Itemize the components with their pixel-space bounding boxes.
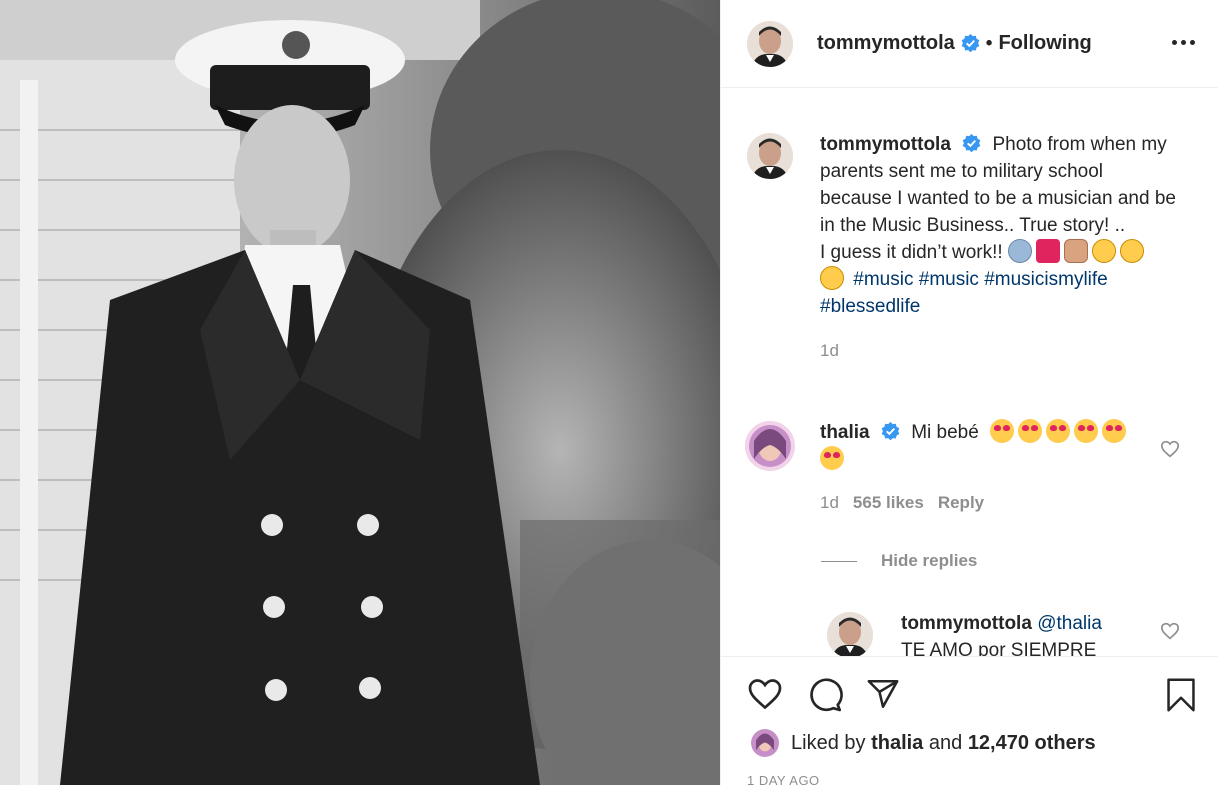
caption-body: tommymottola Photo from when my parents …	[820, 131, 1180, 364]
liker-avatar[interactable]	[751, 729, 779, 757]
reply-username[interactable]: tommymottola	[901, 613, 1032, 634]
caption-username[interactable]: tommymottola	[820, 134, 951, 155]
likes-count[interactable]: 12,470 others	[968, 732, 1096, 754]
author-username[interactable]: tommymottola	[817, 32, 955, 55]
likes-text: Liked by thalia and 12,470 others	[791, 732, 1096, 755]
caption-time-label[interactable]: 1d	[820, 341, 839, 360]
comment-item: thalia Mi bebé 1d 565 likes Reply	[745, 419, 1140, 516]
hundred-points-emoji	[1035, 239, 1060, 263]
caption-time[interactable]: 1d	[820, 337, 1180, 364]
reply-item: tommymottola @thalia TE AMO por SIEMPRE	[827, 612, 1141, 656]
comment-icon[interactable]	[807, 677, 843, 713]
reply-body: tommymottola @thalia TE AMO por SIEMPRE	[901, 610, 1141, 656]
reply-like-icon[interactable]	[1160, 622, 1180, 640]
comment-like-icon[interactable]	[1160, 440, 1180, 458]
verified-icon	[961, 34, 980, 53]
more-options-icon[interactable]	[1172, 32, 1198, 52]
hide-replies-button[interactable]: Hide replies	[821, 551, 977, 571]
post-header: tommymottola • Following	[721, 0, 1218, 88]
caption-avatar[interactable]	[747, 133, 793, 179]
reply-text: TE AMO por SIEMPRE	[901, 640, 1097, 656]
flushed-face-emoji	[1091, 239, 1116, 263]
liker-avatar-image	[751, 729, 779, 757]
post-side-panel: tommymottola • Following tommymottola Ph…	[720, 0, 1218, 785]
post-timestamp[interactable]: 1 DAY AGO	[747, 773, 820, 785]
header-separator: •	[985, 32, 993, 54]
post-photo[interactable]	[0, 0, 720, 785]
caption: tommymottola Photo from when my parents …	[747, 133, 1180, 364]
like-icon[interactable]	[747, 677, 783, 711]
smiling-hearts-emoji	[1074, 419, 1099, 443]
military-portrait-image	[0, 0, 720, 785]
post-actions: Liked by thalia and 12,470 others 1 DAY …	[721, 656, 1218, 785]
tears-of-joy-emoji	[820, 266, 844, 290]
likes-summary: Liked by thalia and 12,470 others	[751, 729, 1096, 757]
comment-time[interactable]: 1d	[820, 493, 839, 512]
hashtag-link[interactable]: #music	[853, 269, 913, 290]
verified-icon	[962, 134, 981, 153]
commenter-avatar[interactable]	[745, 421, 795, 471]
comment-body: thalia Mi bebé 1d 565 likes Reply	[820, 419, 1140, 516]
verified-icon	[881, 422, 900, 441]
comment-meta: 1d 565 likes Reply	[820, 489, 1140, 516]
caption-avatar-image	[747, 133, 793, 179]
smiling-hearts-emoji	[820, 446, 844, 470]
likes-prefix: Liked by	[791, 731, 866, 754]
comment-likes[interactable]: 565 likes	[853, 493, 924, 512]
mention-link[interactable]: @thalia	[1037, 613, 1102, 634]
likes-middle: and	[928, 731, 963, 754]
reply-avatar[interactable]	[827, 612, 873, 656]
reply-button[interactable]: Reply	[938, 493, 984, 512]
hide-replies-line	[821, 560, 857, 562]
comment-text: Mi bebé	[911, 422, 979, 443]
commenter-username[interactable]: thalia	[820, 422, 870, 443]
comments-section: tommymottola Photo from when my parents …	[721, 89, 1218, 656]
smiling-hearts-emoji	[1102, 419, 1127, 443]
hashtag-link[interactable]: #musicismylife	[984, 269, 1108, 290]
commenter-avatar-image	[745, 421, 795, 471]
caption-text-2: I guess it didn’t work!!	[820, 242, 1003, 263]
thumbs-up-emoji	[1063, 239, 1088, 263]
share-icon[interactable]	[865, 677, 901, 711]
liker-username[interactable]: thalia	[871, 732, 923, 754]
post-viewer: tommymottola • Following tommymottola Ph…	[0, 0, 1218, 785]
hashtag-link[interactable]: #blessedlife	[820, 296, 920, 317]
author-avatar-image	[747, 20, 793, 67]
smiling-hearts-emoji	[1018, 419, 1043, 443]
reply-avatar-image	[827, 612, 873, 656]
save-icon[interactable]	[1164, 677, 1198, 713]
eye-roll-emoji	[1119, 239, 1144, 263]
action-icons	[747, 677, 1198, 713]
following-button[interactable]: Following	[998, 32, 1091, 55]
smiling-hearts-emoji	[990, 419, 1015, 443]
smiling-hearts-emoji	[1046, 419, 1071, 443]
folded-hands-emoji	[1007, 239, 1032, 263]
author-avatar[interactable]	[747, 20, 793, 67]
hide-replies-label[interactable]: Hide replies	[881, 551, 977, 571]
hashtag-link[interactable]: #music	[919, 269, 979, 290]
